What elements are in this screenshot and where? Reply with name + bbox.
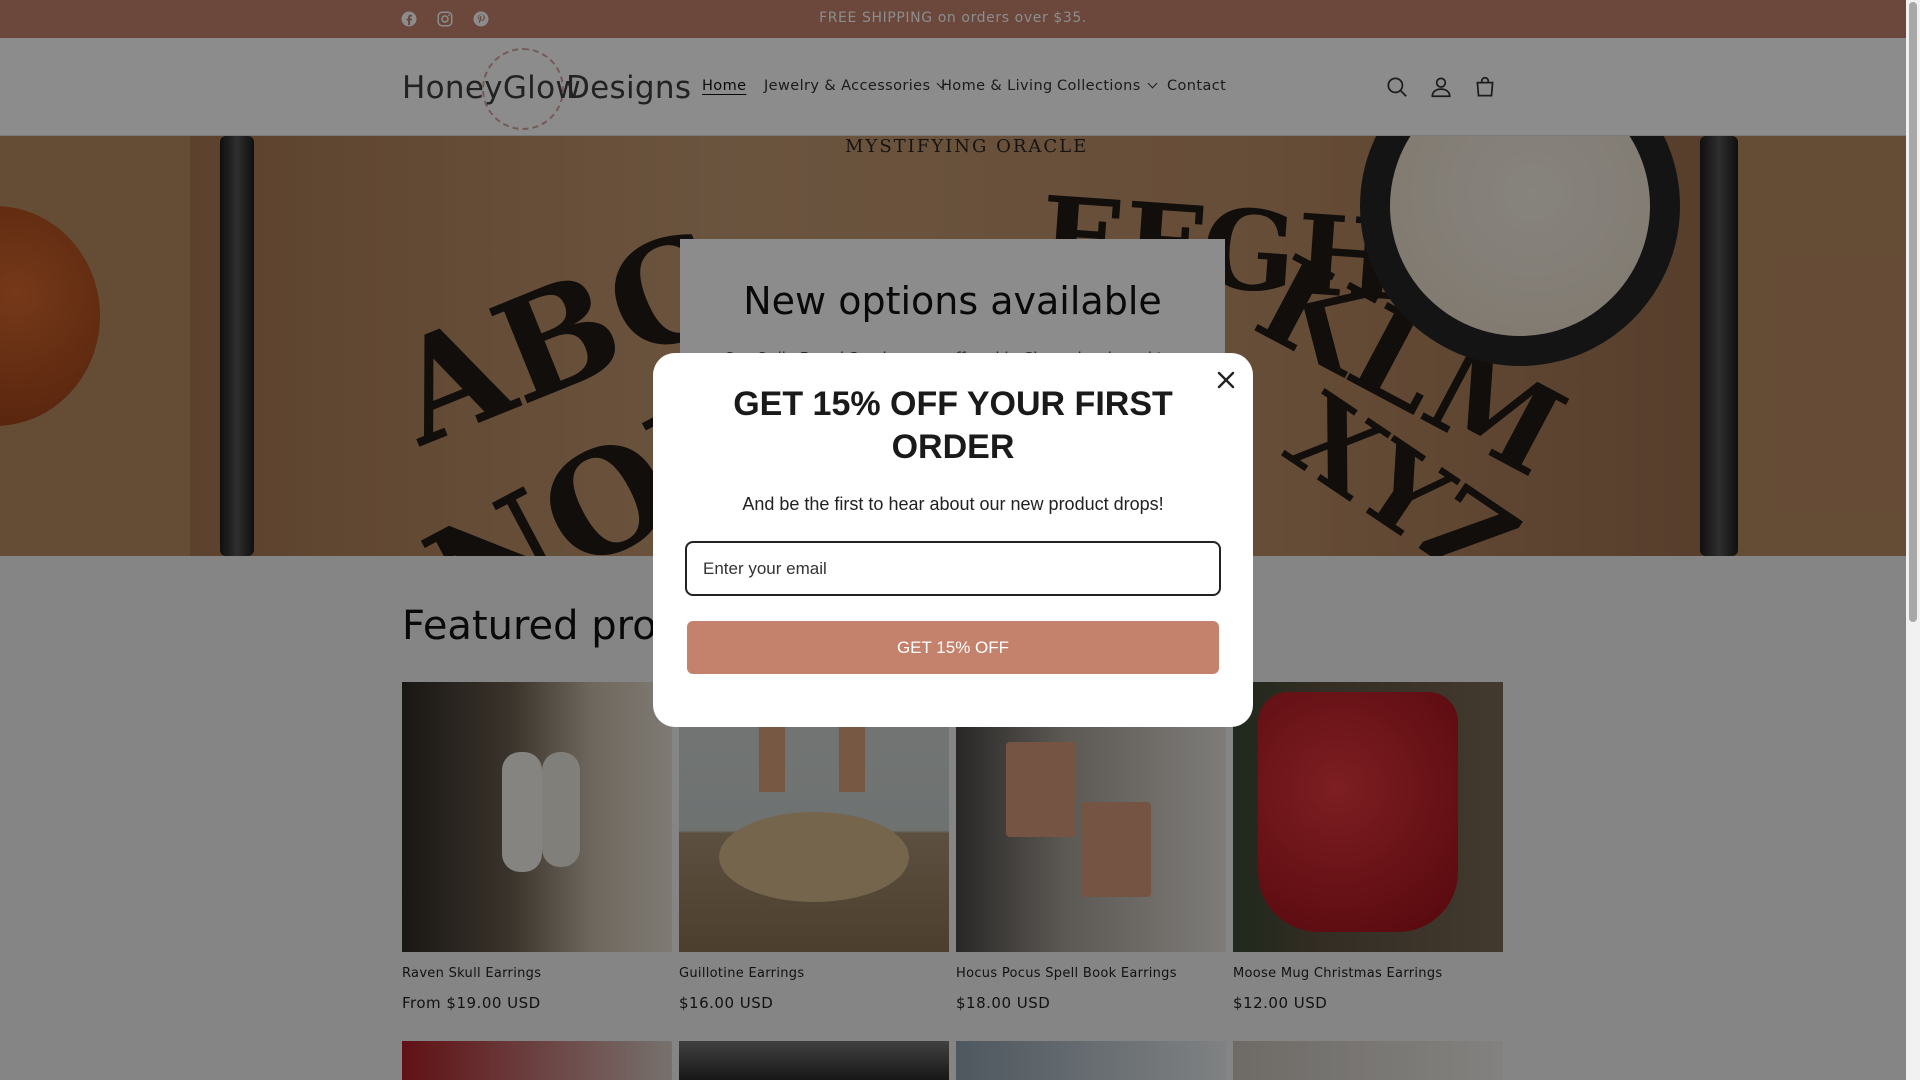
get-discount-button[interactable]: GET 15% OFF [687,621,1219,674]
popup-text: And be the first to hear about our new p… [742,494,1164,514]
scrollbar-thumb[interactable] [1909,2,1917,622]
scrollbar[interactable] [1906,0,1920,1080]
discount-popup: GET 15% OFF YOUR FIRST ORDER And be the … [653,353,1253,727]
email-field[interactable] [685,541,1221,596]
popup-heading: GET 15% OFF YOUR FIRST ORDER [733,385,1173,466]
close-icon[interactable] [1211,365,1241,395]
